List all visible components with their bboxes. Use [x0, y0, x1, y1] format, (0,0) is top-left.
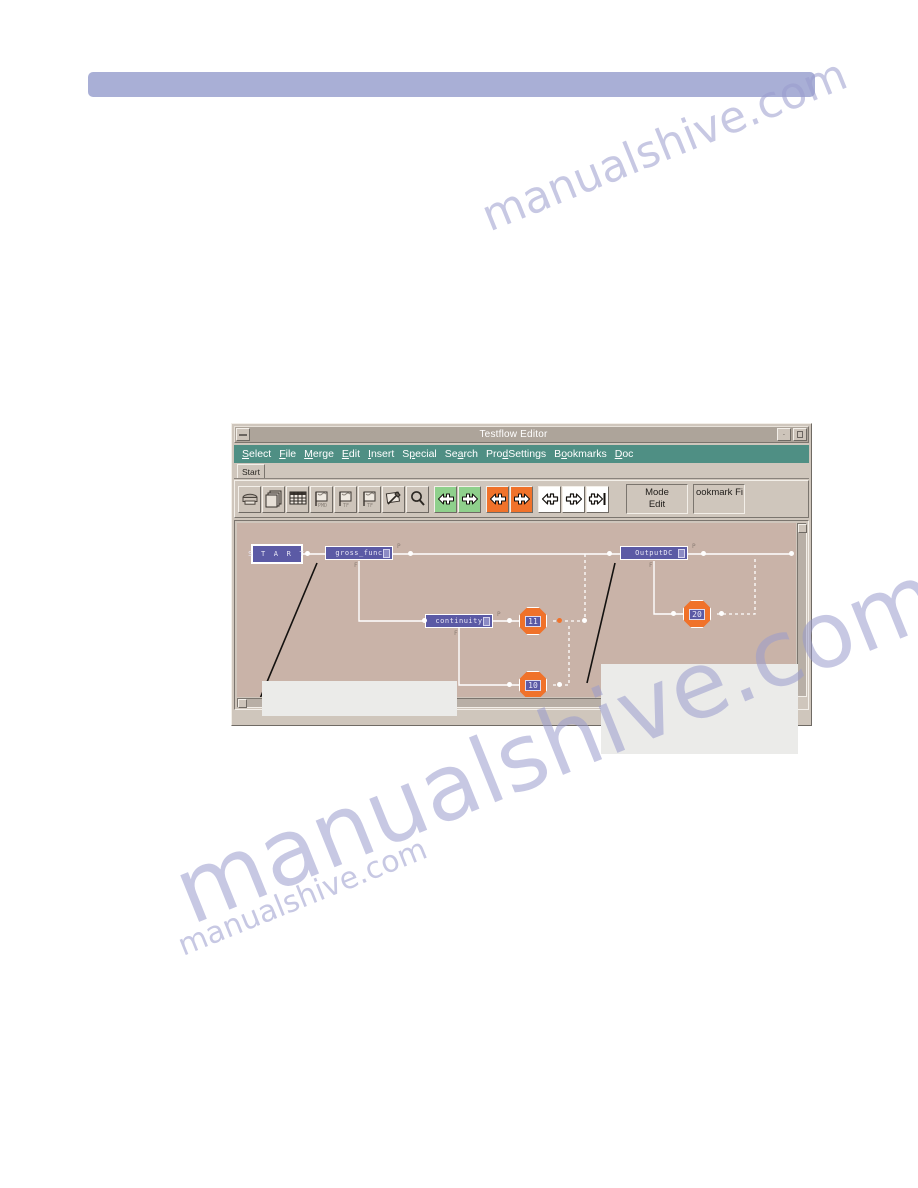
port-label-fail: F — [354, 562, 358, 569]
bin-number: 11 — [525, 615, 541, 627]
window-restore-button[interactable]: · — [777, 428, 791, 441]
prev-arrow-icon[interactable] — [538, 485, 561, 513]
mode-panel: Mode Edit — [626, 484, 688, 514]
menu-item-file[interactable]: File — [275, 448, 300, 460]
port-label-fail: F — [454, 630, 458, 637]
menu-label: oc — [622, 448, 634, 460]
tab-strip: Start — [234, 463, 809, 479]
connector-dot — [557, 682, 562, 687]
wand-icon[interactable] — [382, 485, 405, 513]
node-gross-func[interactable]: gross_func — [325, 546, 393, 560]
menu-label: ile — [285, 448, 297, 460]
svg-text:PMD: PMD — [318, 503, 327, 508]
port-label-pass: P — [397, 543, 401, 550]
window-title: Testflow Editor — [479, 429, 548, 440]
node-outputdc[interactable]: OutputDC — [620, 546, 688, 560]
port-label-pass: P — [692, 543, 696, 550]
maximize-icon — [797, 431, 803, 438]
connector-dot — [607, 551, 612, 556]
connector-dot — [507, 682, 512, 687]
menu-item-insert[interactable]: Insert — [364, 448, 398, 460]
vertical-scrollbar[interactable] — [797, 523, 807, 697]
mode-panel-value: Edit — [648, 499, 666, 510]
flag-tf-icon[interactable]: TF — [334, 485, 357, 513]
connector-dot — [422, 618, 427, 623]
connector-dot-active — [557, 618, 562, 623]
menu-item-select[interactable]: Select — [238, 448, 275, 460]
print-icon[interactable] — [238, 485, 261, 513]
window-maximize-button[interactable] — [793, 428, 807, 441]
mode-panel-title: Mode — [645, 487, 669, 498]
prev-green-arrow-icon[interactable] — [434, 485, 457, 513]
menu-item-prodsettings[interactable]: ProdSettings — [482, 448, 550, 460]
callout-box-right — [601, 664, 798, 754]
prev-orange-arrow-icon[interactable] — [486, 485, 509, 513]
connector-dot — [305, 551, 310, 556]
node-label: continuity — [435, 617, 483, 625]
node-menu-grip-icon[interactable] — [678, 549, 685, 558]
bin-node-11[interactable]: 11 — [519, 607, 547, 635]
connector-dot — [408, 551, 413, 556]
node-label: gross_func — [335, 549, 383, 557]
node-menu-grip-icon[interactable] — [483, 617, 490, 626]
menu-label: ecial — [415, 448, 437, 460]
menu-label: dit — [348, 448, 361, 460]
node-start[interactable]: S T A R T — [248, 544, 304, 564]
menu-label: rch — [463, 448, 479, 460]
table-grid-icon[interactable] — [286, 485, 309, 513]
flag-tf-alt-icon[interactable]: TF — [358, 485, 381, 513]
next-orange-arrow-icon[interactable] — [510, 485, 533, 513]
svg-text:TF: TF — [343, 503, 349, 508]
window-title-bar: Testflow Editor · — [234, 426, 809, 443]
port-label-fail: F — [649, 562, 653, 569]
next-green-arrow-icon[interactable] — [458, 485, 481, 513]
stack-pages-icon[interactable] — [262, 485, 285, 513]
flag-pmd-icon[interactable]: PMD — [310, 485, 333, 513]
bookmark-panel-title: ookmark Fi — [696, 487, 743, 498]
node-menu-grip-icon[interactable] — [383, 549, 390, 558]
connector-dot — [789, 551, 794, 556]
toolbar: PMD TF TF Mode Edit ookmark Fi — [234, 480, 809, 518]
magnifier-icon[interactable] — [406, 485, 429, 513]
connector-dot — [671, 611, 676, 616]
page-header-banner — [88, 72, 815, 97]
menu-item-search[interactable]: Search — [441, 448, 482, 460]
scroll-up-arrow-icon[interactable] — [798, 524, 807, 533]
menu-label: elect — [249, 448, 272, 460]
connector-dot — [507, 618, 512, 623]
watermark-text: manualshive.com — [173, 831, 433, 964]
bin-number: 10 — [525, 679, 541, 691]
bin-number: 20 — [689, 608, 705, 620]
connector-dot — [719, 611, 724, 616]
menu-item-merge[interactable]: Merge — [300, 448, 338, 460]
port-label-pass: P — [497, 611, 501, 618]
menu-label: Pro — [486, 448, 503, 460]
connector-dot — [582, 618, 587, 623]
restore-icon: · — [782, 430, 786, 439]
menu-label: nsert — [370, 448, 395, 460]
svg-text:TF: TF — [367, 503, 373, 508]
menu-label: Se — [444, 448, 458, 460]
menu-label: okmarks — [567, 448, 607, 460]
callout-box-left — [262, 681, 457, 716]
menu-item-edit[interactable]: Edit — [338, 448, 364, 460]
menu-item-doc[interactable]: Doc — [611, 448, 638, 460]
node-continuity[interactable]: continuity — [425, 614, 493, 628]
scroll-left-arrow-icon[interactable] — [238, 699, 247, 708]
window-minimize-button[interactable] — [236, 428, 250, 441]
menu-item-bookmarks[interactable]: Bookmarks — [550, 448, 611, 460]
menu-label: erge — [312, 448, 334, 460]
bin-node-20[interactable]: 20 — [683, 600, 711, 628]
menu-item-special[interactable]: Special — [398, 448, 440, 460]
next-arrow-icon[interactable] — [562, 485, 585, 513]
menu-bar: Select File Merge Edit Insert Special Se… — [234, 445, 809, 463]
node-label: OutputDC — [635, 549, 673, 557]
menu-label: Settings — [508, 448, 547, 460]
connector-dot — [701, 551, 706, 556]
bookmark-panel: ookmark Fi — [693, 484, 745, 514]
tab-start[interactable]: Start — [237, 464, 265, 478]
last-arrow-icon[interactable] — [586, 485, 609, 513]
